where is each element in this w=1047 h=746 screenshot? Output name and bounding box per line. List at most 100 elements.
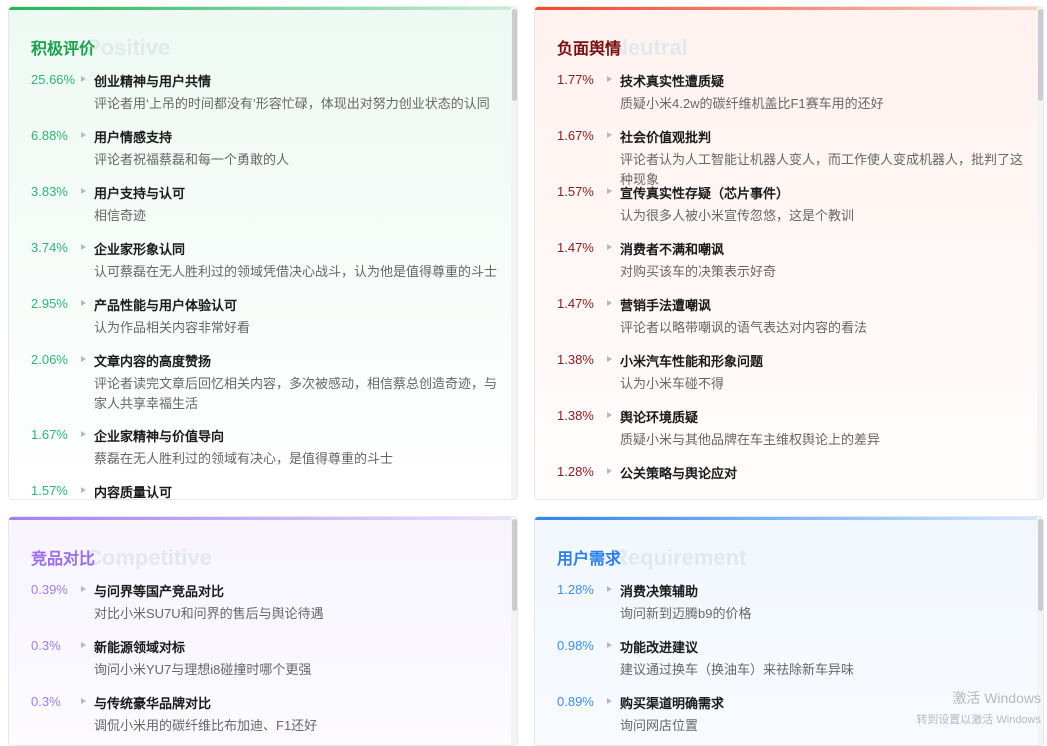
scrollbar-thumb[interactable]: [1038, 519, 1043, 611]
bullet-arrow-icon: [607, 468, 612, 474]
card-accent-bar: [9, 517, 517, 520]
topic-title: 新能源领域对标: [94, 640, 186, 655]
topic-description: 质疑小米与其他品牌在车主维权舆论上的差异: [620, 432, 881, 447]
topic-item[interactable]: 1.47% 营销手法遭嘲讽 评论者以略带嘲讽的语气表达对内容的看法: [557, 294, 1029, 350]
topic-item[interactable]: 25.66% 创业精神与用户共情 评论者用‘上吊的时间都没有’形容忙碌，体现出对…: [31, 70, 503, 126]
windows-activation-notice: 激活 Windows 转到设置以激活 Windows: [916, 688, 1041, 727]
activation-subtitle: 转到设置以激活 Windows: [916, 714, 1041, 726]
scrollbar-thumb[interactable]: [512, 9, 517, 101]
topic-description: 认为很多人被小米宣传忽悠，这是个教训: [620, 208, 855, 223]
scrollbar[interactable]: [1037, 7, 1043, 499]
activation-title: 激活 Windows: [952, 690, 1041, 706]
topic-title: 功能改进建议: [620, 640, 699, 655]
topic-title: 消费者不满和嘲讽: [620, 242, 725, 257]
card-watermark: Competitive: [86, 545, 212, 570]
topic-item[interactable]: 3.83% 用户支持与认可 相信奇迹: [31, 182, 503, 238]
topic-item[interactable]: 1.47% 消费者不满和嘲讽 对购买该车的决策表示好奇: [557, 238, 1029, 294]
bullet-arrow-icon: [607, 642, 612, 648]
bullet-arrow-icon: [607, 300, 612, 306]
bullet-arrow-icon: [81, 76, 86, 82]
topic-percentage: 3.83%: [31, 184, 68, 199]
topic-percentage: 1.67%: [557, 128, 594, 143]
topic-percentage: 1.38%: [557, 352, 594, 367]
topic-description: 询问小米YU7与理想i8碰撞时哪个更强: [94, 662, 312, 677]
scrollbar[interactable]: [511, 517, 517, 745]
bullet-arrow-icon: [81, 698, 86, 704]
topic-description: 询问新到迈腾b9的价格: [620, 606, 752, 621]
topic-percentage: 1.47%: [557, 296, 594, 311]
topic-title: 与问界等国产竞品对比: [94, 584, 225, 599]
topic-item[interactable]: 3.74% 企业家形象认同 认可蔡磊在无人胜利过的领域凭借决心战斗，认为他是值得…: [31, 238, 503, 294]
topic-title: 技术真实性遭质疑: [620, 74, 725, 89]
topic-item[interactable]: 0.3% 新能源领域对标 询问小米YU7与理想i8碰撞时哪个更强: [31, 636, 503, 692]
topic-item[interactable]: 0.3% 与传统豪华品牌对比 调侃小米用的碳纤维比布加迪、F1还好: [31, 692, 503, 745]
topic-description: 蔡磊在无人胜利过的领域有决心，是值得尊重的斗士: [94, 451, 394, 466]
topic-item[interactable]: 1.67% 社会价值观批判 评论者认为人工智能让机器人变人，而工作使人变成机器人…: [557, 126, 1029, 187]
topic-percentage: 1.67%: [31, 427, 68, 442]
topic-percentage: 0.89%: [557, 694, 594, 709]
topic-description: 建议通过换车（换油车）来祛除新车异味: [620, 662, 855, 677]
scrollbar-thumb[interactable]: [1038, 9, 1043, 101]
card-title: 积极评价: [31, 41, 96, 58]
topic-item[interactable]: 1.38% 舆论环境质疑 质疑小米与其他品牌在车主维权舆论上的差异: [557, 406, 1029, 462]
topic-item[interactable]: 1.67% 企业家精神与价值导向 蔡磊在无人胜利过的领域有决心，是值得尊重的斗士: [31, 425, 503, 481]
topic-item[interactable]: 0.98% 功能改进建议 建议通过换车（换油车）来祛除新车异味: [557, 636, 1029, 692]
topic-item[interactable]: 1.38% 小米汽车性能和形象问题 认为小米车碰不得: [557, 350, 1029, 406]
bullet-arrow-icon: [81, 188, 86, 194]
card-accent-bar: [535, 517, 1043, 520]
card-positive: Positive 积极评价 25.66% 创业精神与用户共情 评论者用‘上吊的时…: [8, 6, 518, 500]
scrollbar-thumb[interactable]: [512, 519, 517, 611]
topic-item[interactable]: 1.57% 宣传真实性存疑（芯片事件） 认为很多人被小米宣传忽悠，这是个教训: [557, 182, 1029, 238]
topic-percentage: 2.95%: [31, 296, 68, 311]
bullet-arrow-icon: [607, 586, 612, 592]
card-watermark: Requirement: [612, 545, 747, 570]
topic-item[interactable]: 1.28% 公关策略与舆论应对: [557, 462, 1029, 499]
topic-item[interactable]: 1.57% 内容质量认可: [31, 481, 503, 499]
topic-percentage: 0.98%: [557, 638, 594, 653]
topic-description: 认为小米车碰不得: [620, 376, 725, 391]
bullet-arrow-icon: [607, 244, 612, 250]
card-watermark: Neutral: [612, 35, 688, 60]
topic-title: 企业家形象认同: [94, 242, 186, 257]
topic-description: 相信奇迹: [94, 208, 147, 223]
bullet-arrow-icon: [81, 586, 86, 592]
topic-description: 调侃小米用的碳纤维比布加迪、F1还好: [94, 718, 318, 733]
bullet-arrow-icon: [607, 132, 612, 138]
topic-item[interactable]: 6.88% 用户情感支持 评论者祝福蔡磊和每一个勇敢的人: [31, 126, 503, 182]
topic-description: 质疑小米4.2w的碳纤维机盖比F1赛车用的还好: [620, 96, 884, 111]
topic-title: 产品性能与用户体验认可: [94, 298, 238, 313]
topic-description: 评论者读完文章后回忆相关内容，多次被感动，相信蔡总创造奇迹，与家人共享幸福生活: [94, 376, 498, 411]
topic-title: 消费决策辅助: [620, 584, 699, 599]
bullet-arrow-icon: [607, 412, 612, 418]
bullet-arrow-icon: [81, 431, 86, 437]
bullet-arrow-icon: [607, 76, 612, 82]
topic-percentage: 1.77%: [557, 72, 594, 87]
topic-percentage: 0.39%: [31, 582, 68, 597]
topic-item[interactable]: 1.28% 消费决策辅助 询问新到迈腾b9的价格: [557, 580, 1029, 636]
scrollbar[interactable]: [511, 7, 517, 499]
card-negative: Neutral 负面舆情 1.77% 技术真实性遭质疑 质疑小米4.2w的碳纤维…: [534, 6, 1044, 500]
topic-percentage: 0.3%: [31, 694, 61, 709]
card-title: 负面舆情: [557, 41, 622, 58]
bullet-arrow-icon: [607, 188, 612, 194]
topic-percentage: 1.28%: [557, 582, 594, 597]
topic-item[interactable]: 0.39% 与问界等国产竞品对比 对比小米SU7U和问界的售后与舆论待遇: [31, 580, 503, 636]
topic-item[interactable]: 1.77% 技术真实性遭质疑 质疑小米4.2w的碳纤维机盖比F1赛车用的还好: [557, 70, 1029, 126]
topic-percentage: 25.66%: [31, 72, 76, 87]
topic-title: 社会价值观批判: [620, 130, 712, 145]
bullet-arrow-icon: [81, 132, 86, 138]
bullet-arrow-icon: [81, 642, 86, 648]
topic-description: 评论者祝福蔡磊和每一个勇敢的人: [94, 152, 290, 167]
topic-description: 评论者以略带嘲讽的语气表达对内容的看法: [620, 320, 868, 335]
topic-title: 创业精神与用户共情: [94, 74, 212, 89]
topic-description: 评论者用‘上吊的时间都没有’形容忙碌，体现出对努力创业状态的认同: [94, 96, 490, 111]
topic-description: 对比小米SU7U和问界的售后与舆论待遇: [94, 606, 324, 621]
topic-list: 0.39% 与问界等国产竞品对比 对比小米SU7U和问界的售后与舆论待遇 0.3…: [31, 580, 503, 745]
topic-item[interactable]: 2.06% 文章内容的高度赞扬 评论者读完文章后回忆相关内容，多次被感动，相信蔡…: [31, 350, 503, 425]
topic-description: 对购买该车的决策表示好奇: [620, 264, 777, 279]
topic-percentage: 1.57%: [31, 483, 68, 498]
card-competitive: Competitive 竞品对比 0.39% 与问界等国产竞品对比 对比小米SU…: [8, 516, 518, 746]
topic-title: 舆论环境质疑: [620, 410, 699, 425]
topic-item[interactable]: 2.95% 产品性能与用户体验认可 认为作品相关内容非常好看: [31, 294, 503, 350]
bullet-arrow-icon: [81, 300, 86, 306]
